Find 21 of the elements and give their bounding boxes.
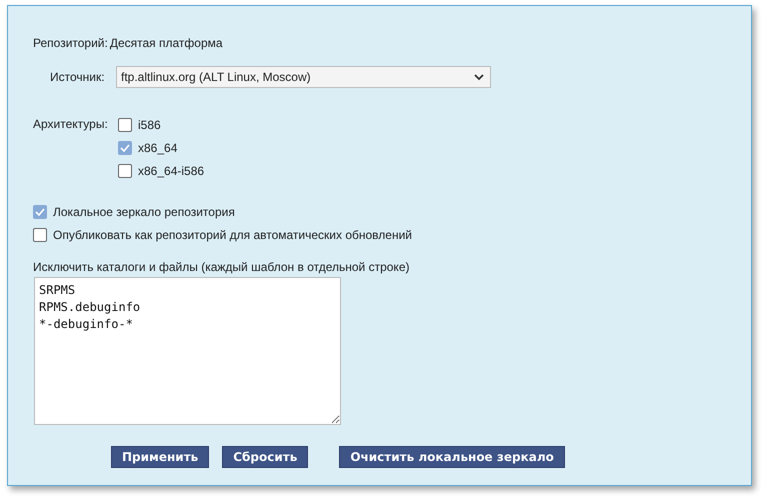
source-dropdown[interactable]: ftp.altlinux.org (ALT Linux, Moscow) [116,66,491,88]
checkbox-label: i586 [138,118,161,132]
checkbox[interactable] [118,141,132,155]
caret-icon [474,74,484,80]
checkbox[interactable] [118,164,132,178]
checkbox[interactable] [33,228,47,242]
exclude-label: Исключить каталоги и файлы (каждый шаблон в отдельной строке) [33,260,410,274]
checkbox-label: x86_64-i586 [138,164,204,178]
exclude-text-area[interactable]: SRPMS RPMS.debuginfo *-debuginfo-* [34,277,341,425]
repository-label: Репозиторий: [33,36,108,50]
source-label: Источник: [50,70,106,84]
action-button[interactable]: Сбросить [222,446,308,468]
action-button[interactable]: Применить [111,446,210,468]
checkbox[interactable] [118,118,132,132]
repository-name: Десятая платформа [110,36,223,50]
checkbox-label: Локальное зеркало репозитория [53,205,235,219]
architectures-label: Архитектуры: [33,117,109,133]
action-button[interactable]: Очистить локальное зеркало [339,446,565,468]
checkbox[interactable] [33,205,47,219]
checkbox-label: Опубликовать как репозиторий для автоматических обновлений [53,228,412,242]
checkbox-label: x86_64 [138,141,178,155]
